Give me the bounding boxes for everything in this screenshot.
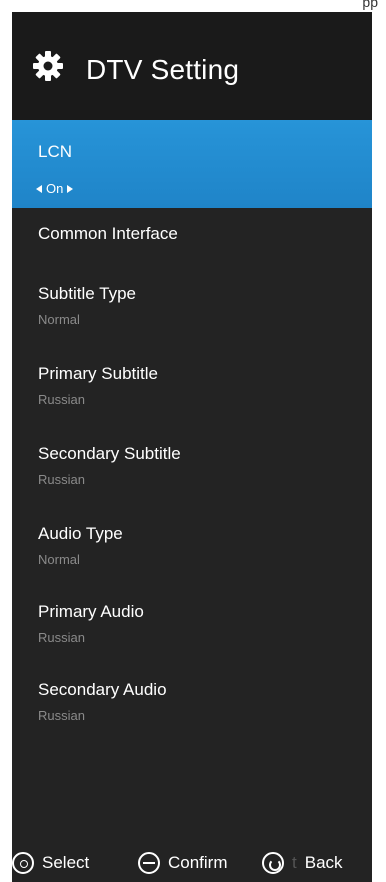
right-margin: [372, 12, 386, 882]
menu-item-label: Common Interface: [38, 224, 178, 243]
menu-item-label: Subtitle Type: [38, 284, 136, 303]
menu-item-audio-type[interactable]: Audio Type Normal: [12, 512, 372, 584]
footer-confirm-label: Confirm: [168, 853, 228, 872]
footer-back-hint: t Back: [262, 852, 343, 874]
footer-hint-bar: Select Confirm t Back: [12, 838, 372, 882]
menu-item-common-interface[interactable]: Common Interface: [12, 208, 372, 256]
footer-back-label: Back: [304, 853, 343, 872]
menu-item-value: Russian: [38, 708, 85, 723]
lcn-value-selector[interactable]: On: [36, 181, 74, 196]
menu-item-primary-audio[interactable]: Primary Audio Russian: [12, 590, 372, 662]
footer-select-hint: Select: [12, 852, 89, 874]
back-icon: [262, 852, 284, 874]
top-fragment: pp: [362, 0, 378, 10]
menu-item-lcn[interactable]: LCN On: [12, 120, 372, 208]
dtv-settings-panel: DTV Setting LCN On Common Interface Subt…: [12, 12, 372, 882]
menu-item-label: Primary Audio: [38, 602, 144, 621]
footer-select-label: Select: [42, 853, 90, 872]
chevron-left-icon[interactable]: [36, 184, 42, 193]
ok-button-icon: [138, 852, 160, 874]
page-title: DTV Setting: [86, 54, 240, 85]
top-strip: pp: [0, 0, 386, 12]
footer-back-separator: t: [292, 853, 297, 872]
footer-confirm-hint: Confirm: [138, 852, 228, 874]
menu-item-value: Russian: [38, 392, 85, 407]
gear-icon: [33, 51, 63, 81]
menu-item-primary-subtitle[interactable]: Primary Subtitle Russian: [12, 352, 372, 424]
menu-item-label: Secondary Audio: [38, 680, 167, 699]
menu-item-label: Primary Subtitle: [38, 364, 158, 383]
menu-item-secondary-subtitle[interactable]: Secondary Subtitle Russian: [12, 432, 372, 504]
menu-item-label: Audio Type: [38, 524, 123, 543]
menu-item-label: Secondary Subtitle: [38, 444, 181, 463]
menu-item-value: Russian: [38, 472, 85, 487]
menu-item-value: Russian: [38, 630, 85, 645]
menu-item-label: LCN: [38, 142, 73, 161]
menu-item-value: On: [46, 181, 64, 196]
chevron-right-icon[interactable]: [67, 184, 74, 193]
dpad-icon: [12, 852, 34, 874]
menu-item-value: Normal: [38, 552, 80, 567]
menu-item-value: Normal: [38, 312, 80, 327]
menu-item-secondary-audio[interactable]: Secondary Audio Russian: [12, 668, 372, 740]
menu-item-subtitle-type[interactable]: Subtitle Type Normal: [12, 272, 372, 344]
settings-header: DTV Setting: [12, 12, 372, 120]
